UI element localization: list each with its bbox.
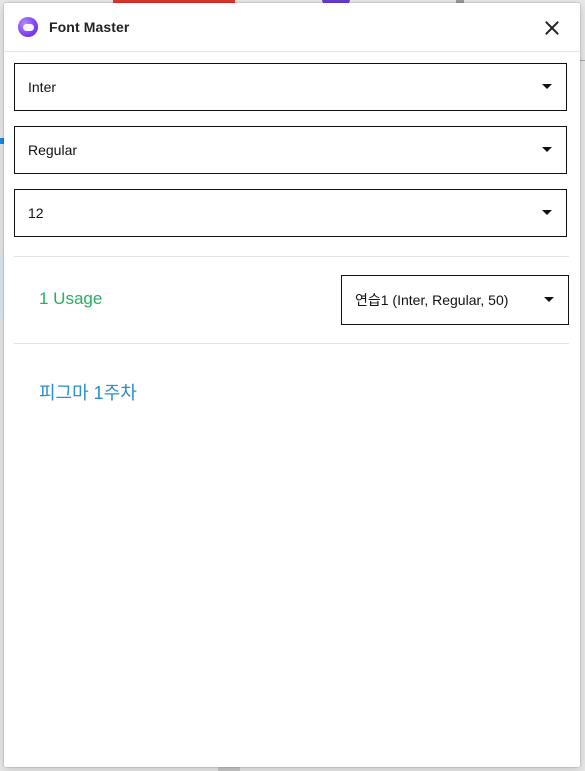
font-style-value: Regular [28, 142, 78, 158]
plugin-window: Font Master Inter Regular 12 1 Usage 연습1… [4, 3, 580, 767]
title-bar: Font Master [4, 3, 580, 52]
page-link[interactable]: 피그마 1주차 [39, 379, 137, 405]
close-icon[interactable] [542, 18, 562, 38]
background-app-line [580, 60, 585, 61]
divider [14, 343, 569, 344]
window-title: Font Master [49, 19, 130, 35]
font-family-value: Inter [28, 79, 57, 95]
usage-style-select[interactable]: 연습1 (Inter, Regular, 50) [341, 275, 569, 325]
font-style-select[interactable]: Regular [14, 126, 567, 174]
usage-style-value: 연습1 (Inter, Regular, 50) [355, 292, 509, 308]
font-size-select[interactable]: 12 [14, 189, 567, 237]
font-master-app-icon [18, 17, 38, 37]
font-size-value: 12 [28, 205, 44, 221]
usage-count: 1 Usage [39, 289, 103, 308]
chevron-down-icon [544, 297, 554, 302]
font-family-select[interactable]: Inter [14, 63, 567, 111]
chevron-down-icon [542, 210, 552, 215]
chevron-down-icon [542, 147, 552, 152]
chevron-down-icon [542, 84, 552, 89]
divider [14, 256, 569, 257]
